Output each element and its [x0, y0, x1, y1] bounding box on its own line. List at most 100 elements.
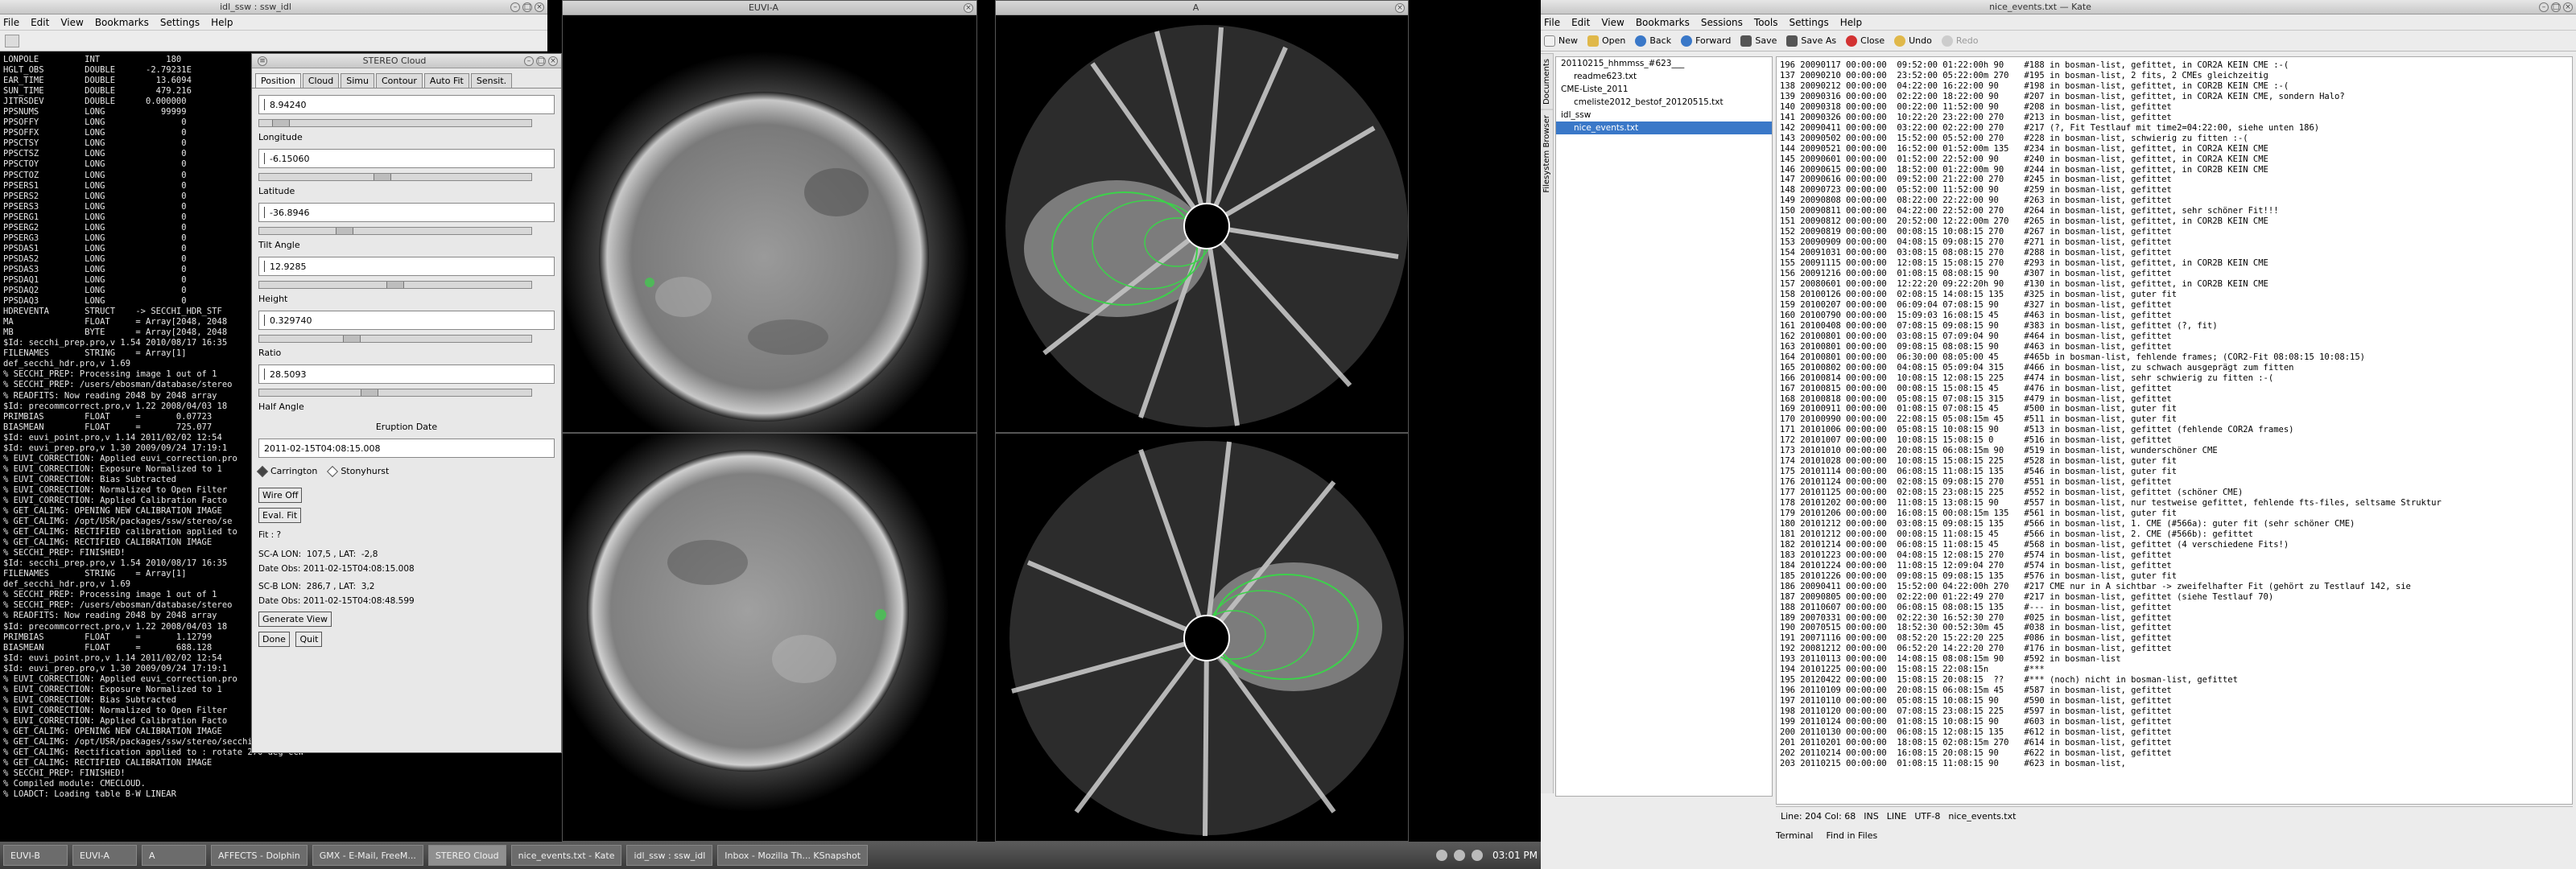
- maximize-icon[interactable]: □: [536, 56, 546, 66]
- tree-item[interactable]: nice_events.txt: [1556, 121, 1772, 134]
- menu-edit[interactable]: Edit: [31, 17, 49, 28]
- close-icon[interactable]: ×: [2563, 2, 2573, 12]
- tab-auto-fit[interactable]: Auto Fit: [423, 73, 469, 88]
- menu-view[interactable]: View: [60, 17, 83, 28]
- tab-sensit[interactable]: Sensit.: [470, 73, 513, 88]
- redo-button[interactable]: Redo: [1941, 35, 1979, 47]
- parameter-slider[interactable]: [258, 227, 532, 235]
- parameter-slider[interactable]: [258, 335, 532, 343]
- menu-tools[interactable]: Tools: [1754, 17, 1778, 28]
- parameter-slider[interactable]: [258, 119, 532, 127]
- new-button[interactable]: New: [1544, 35, 1578, 47]
- taskbar-item[interactable]: EUVI-A: [72, 845, 137, 866]
- volume-icon[interactable]: [1454, 850, 1465, 861]
- close-icon[interactable]: ×: [548, 56, 558, 66]
- close-button[interactable]: Close: [1846, 35, 1885, 47]
- menu-bookmarks[interactable]: Bookmarks: [1636, 17, 1690, 28]
- tab-contour[interactable]: Contour: [376, 73, 423, 88]
- maximize-icon[interactable]: □: [2551, 2, 2561, 12]
- slider-thumb[interactable]: [271, 120, 290, 126]
- tree-item[interactable]: readme623.txt: [1556, 70, 1772, 83]
- undo-button[interactable]: Undo: [1894, 35, 1932, 47]
- parameter-input[interactable]: -6.15060: [258, 149, 555, 168]
- find-in-files-tab[interactable]: Find in Files: [1827, 830, 1878, 841]
- euvi-a-title-bar[interactable]: EUVI-A ×: [563, 1, 976, 15]
- parameter-slider[interactable]: [258, 173, 532, 181]
- parameter-input[interactable]: 28.5093: [258, 364, 555, 384]
- minimize-icon[interactable]: –: [2539, 2, 2549, 12]
- maximize-icon[interactable]: □: [522, 2, 532, 12]
- euvi-b-sun-image[interactable]: [563, 434, 977, 842]
- menu-help[interactable]: Help: [211, 17, 233, 28]
- save-button[interactable]: Save: [1740, 35, 1777, 47]
- parameter-input[interactable]: 12.9285: [258, 257, 555, 276]
- menu-settings[interactable]: Settings: [1789, 17, 1828, 28]
- parameter-input[interactable]: 8.94240: [258, 95, 555, 114]
- taskbar-item[interactable]: idl_ssw : ssw_idl: [626, 845, 713, 866]
- parameter-slider[interactable]: [258, 281, 532, 289]
- menu-view[interactable]: View: [1601, 17, 1624, 28]
- new-tab-icon[interactable]: [5, 34, 19, 47]
- tree-item[interactable]: cmeliste2012_bestof_20120515.txt: [1556, 96, 1772, 109]
- slider-thumb[interactable]: [386, 282, 404, 288]
- minimize-icon[interactable]: –: [524, 56, 534, 66]
- taskbar-item[interactable]: GMX - E-Mail, FreeM...: [312, 845, 423, 866]
- menu-file[interactable]: File: [3, 17, 19, 28]
- stonyhurst-radio[interactable]: [327, 465, 339, 477]
- slider-thumb[interactable]: [361, 389, 379, 396]
- parameter-slider[interactable]: [258, 389, 532, 397]
- eruption-date-input[interactable]: 2011-02-15T04:08:15.008: [258, 439, 555, 458]
- filesystem-side-tab[interactable]: Filesystem Browser: [1541, 109, 1553, 198]
- carrington-radio[interactable]: [256, 465, 269, 477]
- generate-view-button[interactable]: Generate View: [258, 612, 332, 627]
- back-button[interactable]: Back: [1635, 35, 1671, 47]
- quit-button[interactable]: Quit: [295, 632, 323, 647]
- tab-simu[interactable]: Simu: [341, 73, 374, 88]
- taskbar-item[interactable]: A: [142, 845, 206, 866]
- clock[interactable]: 03:01 PM: [1492, 850, 1538, 861]
- menu-sessions[interactable]: Sessions: [1701, 17, 1743, 28]
- kate-title-bar[interactable]: nice_events.txt — Kate – □ ×: [1541, 0, 2576, 14]
- selection-mode[interactable]: LINE: [1887, 811, 1907, 822]
- wire-off-button[interactable]: Wire Off: [258, 488, 303, 503]
- menu-help[interactable]: Help: [1840, 17, 1862, 28]
- slider-thumb[interactable]: [335, 228, 353, 234]
- encoding[interactable]: UTF-8: [1914, 811, 1940, 822]
- terminal-tab[interactable]: Terminal: [1776, 830, 1814, 841]
- tree-item[interactable]: 20110215_hhmmss_#623___: [1556, 57, 1772, 70]
- euvi-a-sun-image[interactable]: [563, 15, 977, 433]
- close-icon[interactable]: ×: [535, 2, 544, 12]
- open-button[interactable]: Open: [1587, 35, 1625, 47]
- close-icon[interactable]: ×: [1395, 2, 1405, 13]
- window-menu-icon[interactable]: ≡: [258, 56, 267, 66]
- tab-position[interactable]: Position: [255, 73, 301, 88]
- save-as-button[interactable]: Save As: [1786, 35, 1836, 47]
- stereo-cloud-title-bar[interactable]: ≡ STEREO Cloud – □ ×: [252, 54, 561, 68]
- menu-file[interactable]: File: [1544, 17, 1560, 28]
- taskbar-item[interactable]: AFFECTS - Dolphin: [211, 845, 308, 866]
- parameter-input[interactable]: 0.329740: [258, 311, 555, 330]
- close-icon[interactable]: ×: [964, 2, 973, 13]
- slider-thumb[interactable]: [343, 336, 361, 342]
- cor-a-title-bar[interactable]: A ×: [996, 1, 1408, 15]
- network-icon[interactable]: [1436, 850, 1447, 861]
- taskbar-item[interactable]: Inbox - Mozilla Th... KSnapshot: [717, 845, 869, 866]
- editor-text-lines[interactable]: 196 20090117 00:00:00 09:52:00 01:22:00h…: [1777, 57, 2572, 802]
- documents-side-tab[interactable]: Documents: [1541, 53, 1553, 110]
- done-button[interactable]: Done: [258, 632, 290, 647]
- taskbar-item[interactable]: EUVI-B: [3, 845, 68, 866]
- notification-icon[interactable]: [1472, 850, 1483, 861]
- menu-edit[interactable]: Edit: [1571, 17, 1590, 28]
- taskbar-item[interactable]: nice_events.txt - Kate: [510, 845, 622, 866]
- insert-mode[interactable]: INS: [1864, 811, 1878, 822]
- idl-title-bar[interactable]: idl_ssw : ssw_idl – □ ×: [0, 0, 547, 14]
- kate-text-editor[interactable]: 196 20090117 00:00:00 09:52:00 01:22:00h…: [1776, 56, 2573, 805]
- menu-settings[interactable]: Settings: [160, 17, 200, 28]
- minimize-icon[interactable]: –: [510, 2, 520, 12]
- menu-bookmarks[interactable]: Bookmarks: [95, 17, 149, 28]
- tab-cloud[interactable]: Cloud: [302, 73, 340, 88]
- slider-thumb[interactable]: [374, 174, 392, 180]
- tree-item[interactable]: CME-Liste_2011: [1556, 83, 1772, 96]
- cor-a-coronagraph-image[interactable]: [996, 15, 1409, 433]
- parameter-input[interactable]: -36.8946: [258, 203, 555, 222]
